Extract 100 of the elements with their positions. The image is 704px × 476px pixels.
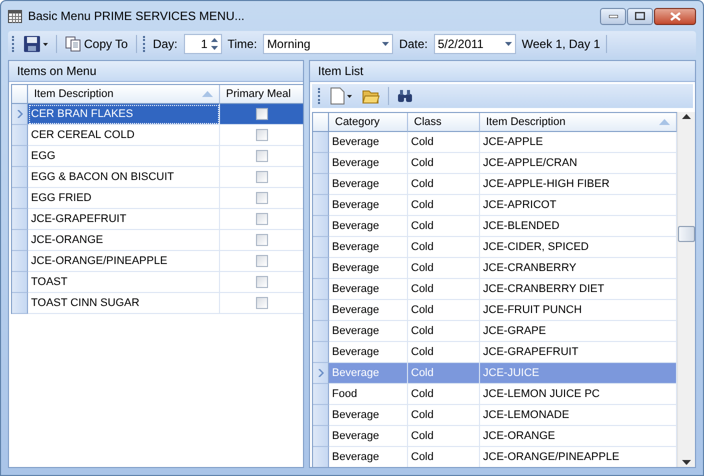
row-header[interactable] (313, 279, 329, 300)
column-header[interactable]: Primary Meal (220, 85, 303, 104)
row-header[interactable] (12, 167, 28, 188)
row-header[interactable] (12, 251, 28, 272)
table-cell[interactable]: Beverage (329, 279, 408, 300)
time-dropdown[interactable]: Morning (263, 34, 394, 54)
row-header[interactable] (12, 293, 28, 314)
table-cell[interactable]: JCE-LEMONADE (480, 405, 677, 426)
scrollbar[interactable] (677, 112, 695, 467)
table-cell[interactable]: Beverage (329, 258, 408, 279)
primary-meal-checkbox[interactable] (256, 234, 268, 246)
table-cell[interactable]: JCE-GRAPEFRUIT (28, 209, 220, 230)
table-cell[interactable]: Beverage (329, 216, 408, 237)
spinner-arrows-icon[interactable] (210, 38, 218, 50)
primary-meal-checkbox[interactable] (256, 297, 268, 309)
primary-meal-checkbox[interactable] (256, 150, 268, 162)
column-header[interactable]: Item Description (480, 113, 677, 132)
row-header[interactable] (313, 153, 329, 174)
table-cell[interactable]: Beverage (329, 153, 408, 174)
row-header[interactable] (313, 216, 329, 237)
row-header[interactable] (313, 237, 329, 258)
primary-meal-checkbox[interactable] (256, 129, 268, 141)
table-cell[interactable]: JCE-FRUIT PUNCH (480, 300, 677, 321)
table-cell[interactable]: TOAST (28, 272, 220, 293)
row-header[interactable] (12, 146, 28, 167)
table-cell[interactable]: Cold (408, 426, 480, 447)
table-cell[interactable]: CER CEREAL COLD (28, 125, 220, 146)
scroll-up-icon[interactable] (682, 114, 691, 119)
row-header[interactable] (313, 405, 329, 426)
table-cell[interactable]: JCE-CRANBERRY DIET (480, 279, 677, 300)
table-cell[interactable]: Beverage (329, 174, 408, 195)
save-button[interactable] (22, 34, 50, 54)
column-header[interactable]: Item Description (28, 85, 220, 104)
primary-meal-checkbox[interactable] (256, 171, 268, 183)
table-cell[interactable]: JCE-BLENDED (480, 216, 677, 237)
table-cell[interactable]: Cold (408, 300, 480, 321)
table-cell[interactable]: TOAST CINN SUGAR (28, 293, 220, 314)
table-cell[interactable]: JCE-ORANGE (480, 426, 677, 447)
table-cell[interactable]: Cold (408, 216, 480, 237)
primary-meal-checkbox[interactable] (256, 192, 268, 204)
row-header[interactable] (313, 174, 329, 195)
table-cell[interactable]: JCE-CRANBERRY (480, 258, 677, 279)
table-cell[interactable]: Beverage (329, 195, 408, 216)
new-document-button[interactable] (328, 85, 354, 107)
row-header[interactable] (313, 195, 329, 216)
date-picker[interactable]: 5/2/2011 (434, 34, 516, 54)
row-header[interactable] (12, 272, 28, 293)
row-header[interactable] (12, 104, 28, 125)
row-header[interactable] (313, 384, 329, 405)
table-cell[interactable]: Cold (408, 132, 480, 153)
row-header[interactable] (12, 125, 28, 146)
table-cell[interactable]: Beverage (329, 447, 408, 467)
table-cell[interactable]: Cold (408, 321, 480, 342)
table-cell[interactable]: JCE-ORANGE/PINEAPPLE (28, 251, 220, 272)
copy-to-button[interactable]: Copy To (63, 34, 130, 54)
row-header[interactable] (313, 321, 329, 342)
table-cell[interactable]: JCE-APPLE (480, 132, 677, 153)
row-header[interactable] (313, 426, 329, 447)
table-cell[interactable]: Beverage (329, 132, 408, 153)
day-spinner[interactable]: 1 (184, 34, 222, 54)
row-header[interactable] (313, 300, 329, 321)
row-header[interactable] (12, 188, 28, 209)
table-cell[interactable]: Cold (408, 405, 480, 426)
table-cell[interactable]: Cold (408, 279, 480, 300)
table-cell[interactable]: JCE-APPLE/CRAN (480, 153, 677, 174)
row-header[interactable] (313, 363, 329, 384)
table-cell[interactable]: Cold (408, 237, 480, 258)
close-button[interactable] (654, 8, 696, 24)
scroll-down-icon[interactable] (682, 460, 691, 465)
table-cell[interactable]: Cold (408, 258, 480, 279)
primary-meal-checkbox[interactable] (256, 255, 268, 267)
binoculars-button[interactable] (395, 87, 415, 105)
table-cell[interactable]: Cold (408, 174, 480, 195)
table-cell[interactable]: JCE-GRAPE (480, 321, 677, 342)
table-cell[interactable]: Cold (408, 195, 480, 216)
table-cell[interactable]: Beverage (329, 237, 408, 258)
table-cell[interactable]: EGG (28, 146, 220, 167)
table-cell[interactable]: EGG & BACON ON BISCUIT (28, 167, 220, 188)
table-cell[interactable]: Food (329, 384, 408, 405)
row-header[interactable] (313, 132, 329, 153)
primary-meal-checkbox[interactable] (256, 108, 268, 120)
table-cell[interactable]: Cold (408, 384, 480, 405)
column-header[interactable]: Category (329, 113, 408, 132)
table-cell[interactable]: JCE-ORANGE (28, 230, 220, 251)
table-cell[interactable]: Beverage (329, 426, 408, 447)
table-cell[interactable]: Beverage (329, 321, 408, 342)
table-cell[interactable]: Cold (408, 447, 480, 467)
primary-meal-checkbox[interactable] (256, 276, 268, 288)
row-header[interactable] (313, 342, 329, 363)
column-header[interactable]: Class (408, 113, 480, 132)
row-header[interactable] (313, 258, 329, 279)
table-cell[interactable]: JCE-APPLE-HIGH FIBER (480, 174, 677, 195)
row-header[interactable] (12, 209, 28, 230)
table-cell[interactable]: JCE-LEMON JUICE PC (480, 384, 677, 405)
row-header[interactable] (313, 447, 329, 467)
primary-meal-checkbox[interactable] (256, 213, 268, 225)
table-cell[interactable]: EGG FRIED (28, 188, 220, 209)
table-cell[interactable]: Cold (408, 153, 480, 174)
table-cell[interactable]: CER BRAN FLAKES (28, 104, 220, 125)
table-cell[interactable]: JCE-APRICOT (480, 195, 677, 216)
